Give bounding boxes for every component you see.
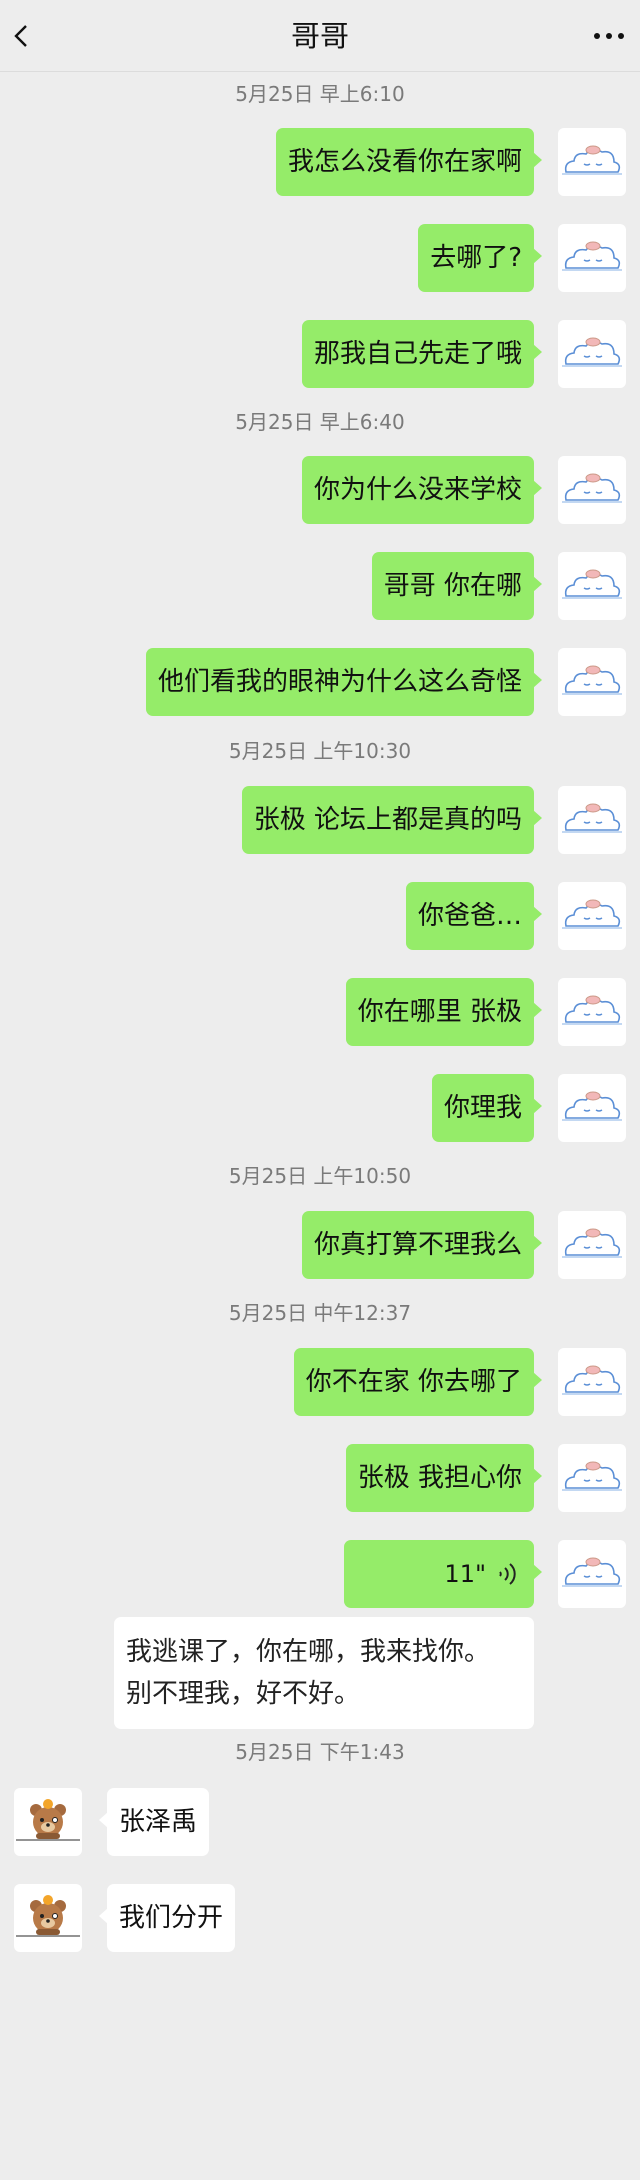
cloud-sleeping-icon bbox=[562, 145, 622, 175]
cloud-avatar[interactable] bbox=[558, 1211, 626, 1279]
transcript-line: 我逃课了，你在哪，我来找你。 bbox=[126, 1637, 491, 1667]
cloud-sleeping-icon bbox=[562, 1091, 622, 1121]
message-bubble[interactable]: 那我自己先走了哦 bbox=[301, 320, 543, 388]
voice-wave-icon bbox=[499, 1563, 516, 1585]
timestamp: 5月25日 中午12:37 bbox=[228, 1301, 412, 1325]
cloud-sleeping-icon bbox=[562, 1365, 622, 1395]
bear-avatar[interactable] bbox=[14, 1788, 82, 1856]
cloud-sleeping-icon bbox=[562, 337, 622, 367]
cloud-avatar[interactable] bbox=[558, 1540, 626, 1608]
cloud-avatar[interactable] bbox=[558, 1074, 626, 1142]
message-bubble[interactable]: 你在哪里 张极 bbox=[345, 978, 543, 1046]
cloud-avatar[interactable] bbox=[558, 456, 626, 524]
timestamp: 5月25日 上午10:30 bbox=[228, 739, 412, 763]
cloud-sleeping-icon bbox=[562, 995, 622, 1025]
message-bubble[interactable]: 他们看我的眼神为什么这么奇怪 bbox=[145, 648, 543, 716]
message-bubble[interactable]: 你理我 bbox=[431, 1074, 543, 1142]
voice-duration: 11" bbox=[444, 1560, 486, 1588]
cloud-avatar[interactable] bbox=[558, 648, 626, 716]
cloud-avatar[interactable] bbox=[558, 128, 626, 196]
message-bubble[interactable]: 张极 论坛上都是真的吗 bbox=[241, 786, 543, 854]
cloud-sleeping-icon bbox=[562, 241, 622, 271]
cloud-avatar[interactable] bbox=[558, 882, 626, 950]
cloud-sleeping-icon bbox=[562, 569, 622, 599]
message-bubble[interactable]: 我们分开 bbox=[98, 1884, 236, 1952]
cloud-avatar[interactable] bbox=[558, 1444, 626, 1512]
cloud-avatar[interactable] bbox=[558, 224, 626, 292]
timestamp: 5月25日 下午1:43 bbox=[235, 1740, 405, 1764]
cloud-sleeping-icon bbox=[562, 899, 622, 929]
cloud-avatar[interactable] bbox=[558, 552, 626, 620]
timestamp: 5月25日 早上6:10 bbox=[235, 82, 405, 106]
cloud-avatar[interactable] bbox=[558, 978, 626, 1046]
cloud-sleeping-icon bbox=[562, 1461, 622, 1491]
cloud-sleeping-icon bbox=[562, 1557, 622, 1587]
transcript-line: 别不理我，好不好。 bbox=[126, 1679, 361, 1709]
timestamp: 5月25日 上午10:50 bbox=[228, 1164, 412, 1188]
message-bubble[interactable]: 你不在家 你去哪了 bbox=[293, 1348, 543, 1416]
cloud-sleeping-icon bbox=[562, 665, 622, 695]
cloud-sleeping-icon bbox=[562, 1228, 622, 1258]
cloud-avatar[interactable] bbox=[558, 1348, 626, 1416]
bear-face-icon bbox=[16, 1799, 80, 1841]
bear-face-icon bbox=[16, 1895, 80, 1937]
bear-avatar[interactable] bbox=[14, 1884, 82, 1952]
message-bubble[interactable]: 你爸爸… bbox=[405, 882, 543, 950]
message-bubble[interactable]: 哥哥 你在哪 bbox=[371, 552, 543, 620]
timestamp: 5月25日 早上6:40 bbox=[235, 410, 405, 434]
message-bubble[interactable]: 去哪了? bbox=[418, 224, 542, 292]
cloud-avatar[interactable] bbox=[558, 320, 626, 388]
message-bubble[interactable]: 我怎么没看你在家啊 bbox=[275, 128, 543, 196]
cloud-avatar[interactable] bbox=[558, 786, 626, 854]
top-bar: 哥哥 bbox=[0, 0, 640, 72]
cloud-sleeping-icon bbox=[562, 803, 622, 833]
message-bubble[interactable]: 你真打算不理我么 bbox=[301, 1211, 543, 1279]
more-dots-icon[interactable] bbox=[592, 26, 626, 46]
chat-title: 哥哥 bbox=[290, 19, 349, 53]
message-bubble[interactable]: 张泽禹 bbox=[98, 1788, 210, 1856]
message-bubble[interactable]: 张极 我担心你 bbox=[345, 1444, 543, 1512]
voice-bubble[interactable]: 11" bbox=[344, 1540, 542, 1608]
cloud-sleeping-icon bbox=[562, 473, 622, 503]
voice-transcript: 我逃课了，你在哪，我来找你。 别不理我，好不好。 bbox=[114, 1617, 534, 1729]
message-bubble[interactable]: 你为什么没来学校 bbox=[301, 456, 543, 524]
